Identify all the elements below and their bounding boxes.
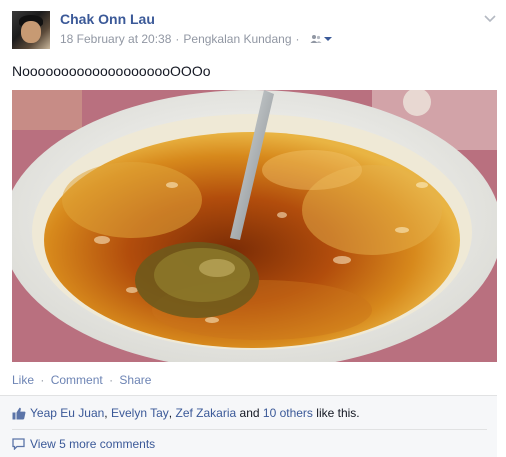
feedback-divider (12, 429, 487, 430)
action-separator: · (109, 373, 114, 387)
friends-icon (310, 35, 321, 43)
comment-link[interactable]: Comment (51, 373, 103, 387)
meta-separator: · (175, 32, 180, 46)
chevron-down-icon[interactable] (484, 12, 496, 24)
likes-suffix-text: like this. (316, 406, 360, 420)
liker-link[interactable]: Zef Zakaria (175, 406, 236, 420)
view-more-comments-link[interactable]: View 5 more comments (30, 437, 155, 451)
liker-link[interactable]: Evelyn Tay (111, 406, 169, 420)
liker-separator: , (168, 406, 173, 420)
comment-icon (12, 438, 25, 450)
post-timestamp[interactable]: 18 February at 20:38 (60, 32, 171, 46)
share-link[interactable]: Share (119, 373, 151, 387)
liker-link[interactable]: Yeap Eu Juan (30, 406, 104, 420)
liker-separator: , (104, 406, 108, 420)
feed-post: Chak Onn Lau 18 February at 20:38 · Peng… (0, 0, 506, 457)
view-comments-row[interactable]: View 5 more comments (12, 437, 155, 451)
post-actions: Like · Comment · Share (12, 373, 151, 387)
avatar-face (21, 21, 41, 43)
post-meta: 18 February at 20:38 · Pengkalan Kundang… (60, 32, 332, 46)
likes-summary: Yeap Eu Juan , Evelyn Tay , Zef Zakaria … (12, 406, 360, 420)
thumbs-up-icon (12, 407, 26, 420)
avatar[interactable] (12, 11, 50, 49)
post-photo[interactable] (12, 90, 497, 362)
likes-and-text: and (239, 406, 260, 420)
like-link[interactable]: Like (12, 373, 34, 387)
post-status-text: NoooooooooooooooooooOOOo (12, 63, 211, 79)
author-name-link[interactable]: Chak Onn Lau (60, 11, 155, 27)
caret-down-icon (323, 37, 332, 41)
post-location[interactable]: Pengkalan Kundang (183, 32, 291, 46)
others-link[interactable]: 10 others (263, 406, 313, 420)
feedback-box: Yeap Eu Juan , Evelyn Tay , Zef Zakaria … (0, 395, 497, 457)
meta-separator: · (295, 32, 300, 46)
audience-selector[interactable] (310, 34, 332, 44)
dessert-bowl-illustration (12, 90, 497, 362)
action-separator: · (40, 373, 45, 387)
